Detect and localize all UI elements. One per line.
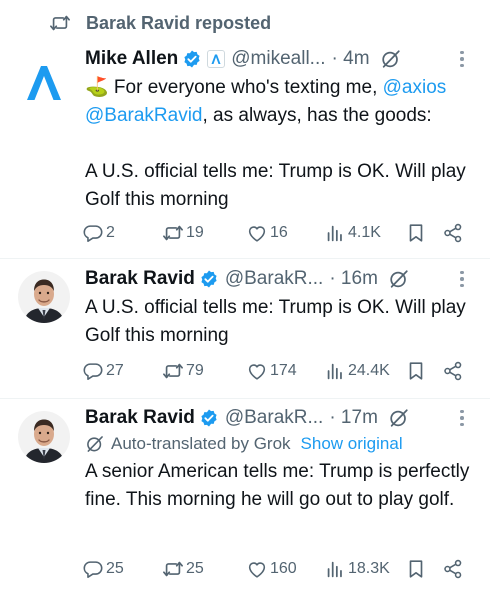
grok-icon[interactable] xyxy=(380,48,402,70)
translation-notice: Auto-translated by Grok Show original xyxy=(85,433,403,455)
author-handle[interactable]: @mikeall... xyxy=(231,48,325,70)
share-button[interactable] xyxy=(442,359,464,383)
verified-badge-icon xyxy=(182,49,202,69)
author-name[interactable]: Barak Ravid xyxy=(85,407,195,429)
views-button[interactable]: 24.4K xyxy=(324,359,390,383)
tweet-barak-ravid-1[interactable]: Barak Ravid @BarakR... · 16m A U.S. offi… xyxy=(0,259,490,398)
tweet-time[interactable]: · 16m xyxy=(329,268,378,290)
views-count: 4.1K xyxy=(348,224,381,241)
reply-button[interactable]: 25 xyxy=(82,557,124,581)
reply-count: 2 xyxy=(106,224,115,241)
avatar[interactable] xyxy=(18,271,70,323)
repost-icon xyxy=(162,558,184,580)
author-handle[interactable]: @BarakR... xyxy=(225,268,323,290)
share-icon xyxy=(442,360,464,382)
views-icon xyxy=(324,360,346,382)
bookmark-icon xyxy=(405,558,427,580)
avatar[interactable] xyxy=(18,56,70,108)
share-icon xyxy=(442,222,464,244)
repost-button[interactable]: 79 xyxy=(162,359,204,383)
like-button[interactable]: 16 xyxy=(246,221,288,245)
tweet-header: Barak Ravid @BarakR... · 16m xyxy=(85,266,410,292)
views-count: 18.3K xyxy=(348,560,390,577)
tweet-barak-ravid-2[interactable]: Barak Ravid @BarakR... · 17m Auto-transl… xyxy=(0,399,490,600)
views-icon xyxy=(324,222,346,244)
tweet-time[interactable]: · 17m xyxy=(329,407,378,429)
repost-count: 25 xyxy=(186,560,204,577)
tweet-text-part: , as always, has the goods: xyxy=(202,105,432,126)
bookmark-icon xyxy=(405,222,427,244)
bookmark-button[interactable] xyxy=(405,221,427,245)
like-icon xyxy=(246,360,268,382)
like-count: 174 xyxy=(270,362,297,379)
tweet-actions: 27 79 174 24.4K xyxy=(82,359,472,383)
grok-icon xyxy=(85,434,105,454)
tweet-actions: 25 25 160 18.3K xyxy=(82,557,472,581)
avatar[interactable] xyxy=(18,411,70,463)
bookmark-button[interactable] xyxy=(405,359,427,383)
repost-button[interactable]: 19 xyxy=(162,221,204,245)
like-button[interactable]: 174 xyxy=(246,359,297,383)
views-count: 24.4K xyxy=(348,362,390,379)
views-button[interactable]: 4.1K xyxy=(324,221,381,245)
show-original-link[interactable]: Show original xyxy=(301,434,403,454)
tweet-time[interactable]: · 4m xyxy=(332,48,370,70)
more-options-button[interactable] xyxy=(452,266,472,292)
grok-icon[interactable] xyxy=(388,268,410,290)
mention-link[interactable]: @BarakRavid xyxy=(85,105,203,126)
tweet-mike-allen[interactable]: Mike Allen @mikeall... · 4m ⛳ For everyo… xyxy=(0,0,490,258)
reply-button[interactable]: 27 xyxy=(82,359,124,383)
repost-count: 19 xyxy=(186,224,204,241)
views-icon xyxy=(324,558,346,580)
author-name[interactable]: Mike Allen xyxy=(85,48,178,70)
like-button[interactable]: 160 xyxy=(246,557,297,581)
repost-count: 79 xyxy=(186,362,204,379)
mention-link[interactable]: @axios xyxy=(383,77,447,98)
verified-badge-icon xyxy=(199,408,219,428)
like-icon xyxy=(246,222,268,244)
reply-icon xyxy=(82,360,104,382)
axios-logo-icon xyxy=(27,66,61,100)
share-icon xyxy=(442,558,464,580)
tweet-text: ⛳ For everyone who's texting me, @axios … xyxy=(85,74,480,130)
translation-label: Auto-translated by Grok xyxy=(111,434,291,453)
like-icon xyxy=(246,558,268,580)
author-handle[interactable]: @BarakR... xyxy=(225,407,323,429)
reply-count: 27 xyxy=(106,362,124,379)
reply-button[interactable]: 2 xyxy=(82,221,115,245)
repost-icon xyxy=(162,222,184,244)
tweet-header: Mike Allen @mikeall... · 4m xyxy=(85,46,402,72)
more-options-button[interactable] xyxy=(452,405,472,431)
tweet-text: A U.S. official tells me: Trump is OK. W… xyxy=(85,297,466,346)
repost-icon xyxy=(162,360,184,382)
tweet-text-quote: A U.S. official tells me: Trump is OK. W… xyxy=(85,161,466,210)
like-count: 160 xyxy=(270,560,297,577)
author-name[interactable]: Barak Ravid xyxy=(85,268,195,290)
reply-icon xyxy=(82,222,104,244)
axios-affiliation-badge-icon[interactable] xyxy=(207,50,226,68)
tweet-actions: 2 19 16 4.1K xyxy=(82,221,472,245)
like-count: 16 xyxy=(270,224,288,241)
profile-photo xyxy=(18,271,70,323)
reply-count: 25 xyxy=(106,560,124,577)
share-button[interactable] xyxy=(442,557,464,581)
tweet-text: A senior American tells me: Trump is per… xyxy=(85,461,470,510)
views-button[interactable]: 18.3K xyxy=(324,557,390,581)
grok-icon[interactable] xyxy=(388,407,410,429)
verified-badge-icon xyxy=(199,269,219,289)
profile-photo xyxy=(18,411,70,463)
tweet-text-part: ⛳ For everyone who's texting me, xyxy=(85,77,383,98)
bookmark-icon xyxy=(405,360,427,382)
repost-button[interactable]: 25 xyxy=(162,557,204,581)
share-button[interactable] xyxy=(442,221,464,245)
more-options-button[interactable] xyxy=(452,46,472,72)
tweet-header: Barak Ravid @BarakR... · 17m xyxy=(85,405,410,431)
reply-icon xyxy=(82,558,104,580)
bookmark-button[interactable] xyxy=(405,557,427,581)
